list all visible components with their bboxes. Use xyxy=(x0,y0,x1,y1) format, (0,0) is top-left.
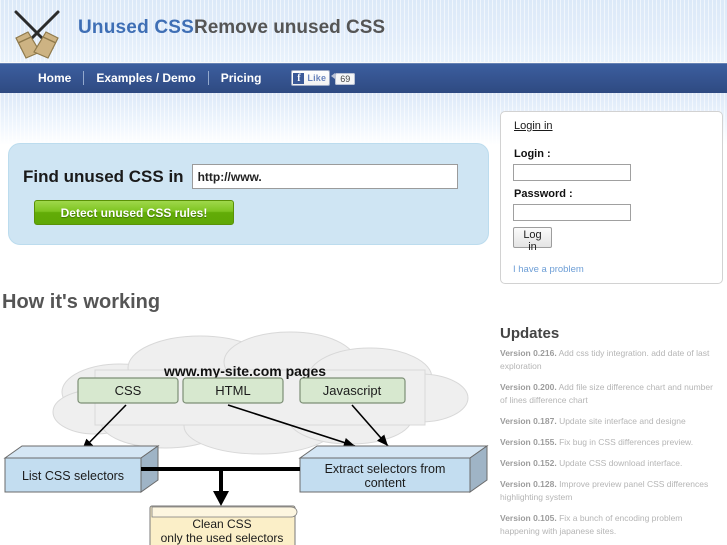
diagram-node-html: HTML xyxy=(182,377,284,404)
search-row: Find unused CSS in xyxy=(23,164,458,189)
site-tagline: Remove unused CSS xyxy=(194,17,386,38)
updates-list: Version 0.216. Add css tidy integration.… xyxy=(500,347,718,545)
nav-item-home[interactable]: Home xyxy=(26,63,83,93)
how-its-working-title: How it's working xyxy=(2,291,161,313)
find-unused-css-panel: Find unused CSS in Detect unused CSS rul… xyxy=(8,143,489,245)
detect-unused-css-button[interactable]: Detect unused CSS rules! xyxy=(34,200,234,225)
diagram-node-javascript: Javascript xyxy=(299,377,406,404)
password-input[interactable] xyxy=(513,204,631,221)
login-panel: Login in Login : Password : Log in I hav… xyxy=(500,111,723,284)
facebook-f-icon: f xyxy=(293,72,305,84)
update-version: Version 0.128. xyxy=(500,479,557,489)
log-in-button[interactable]: Log in xyxy=(513,227,552,253)
update-item: Version 0.200. Add file size difference … xyxy=(500,381,718,407)
main-navbar: Home Examples / Demo Pricing f Like 69 xyxy=(0,63,727,93)
svg-text:HTML: HTML xyxy=(215,383,250,398)
svg-text:Javascript: Javascript xyxy=(323,383,382,398)
update-version: Version 0.187. xyxy=(500,416,557,426)
svg-text:CSS: CSS xyxy=(115,383,142,398)
update-version: Version 0.216. xyxy=(500,348,557,358)
diagram-node-css: CSS xyxy=(77,377,179,404)
nav-item-examples-demo[interactable]: Examples / Demo xyxy=(84,63,207,93)
site-name[interactable]: Unused CSS xyxy=(78,17,194,39)
update-item: Version 0.105. Fix a bunch of encoding p… xyxy=(500,512,718,538)
facebook-like-count-wrapper: 69 xyxy=(331,69,356,87)
svg-text:Extract selectors from: Extract selectors from xyxy=(325,462,446,476)
site-header: Unused CSS Remove unused CSS xyxy=(0,0,727,62)
svg-text:List CSS selectors: List CSS selectors xyxy=(22,469,124,483)
facebook-like-widget: f Like 69 xyxy=(291,69,356,87)
login-field-label: Login : xyxy=(514,148,551,160)
facebook-like-count: 69 xyxy=(335,73,356,85)
update-item: Version 0.128. Improve preview panel CSS… xyxy=(500,478,718,504)
updates-title: Updates xyxy=(500,325,560,342)
update-version: Version 0.152. xyxy=(500,458,557,468)
crossed-brooms-icon xyxy=(6,4,68,60)
diagram-node-list-css-selectors: List CSS selectors xyxy=(3,445,160,493)
url-input[interactable] xyxy=(191,164,458,189)
update-text: Update site interface and designe xyxy=(556,416,686,426)
diagram-node-extract-selectors: Extract selectors from content xyxy=(298,445,489,493)
facebook-like-label: Like xyxy=(307,73,327,83)
login-panel-title[interactable]: Login in xyxy=(514,120,553,132)
cloud-label: www.my-site.com pages xyxy=(163,363,326,379)
search-label: Find unused CSS in xyxy=(23,166,184,186)
update-item: Version 0.187. Update site interface and… xyxy=(500,415,718,428)
down-arrow-icon xyxy=(213,491,229,506)
nav-item-pricing[interactable]: Pricing xyxy=(209,63,274,93)
how-it-works-diagram: www.my-site.com pages CSS HTML Javascrip… xyxy=(0,330,492,545)
password-field-label: Password : xyxy=(514,188,573,200)
update-text: Fix bug in CSS differences preview. xyxy=(556,437,694,447)
callout-arrow-icon xyxy=(331,73,336,79)
update-version: Version 0.105. xyxy=(500,513,557,523)
svg-text:only the used selectors: only the used selectors xyxy=(161,531,284,545)
login-input[interactable] xyxy=(513,164,631,181)
diagram-node-clean-css: Clean CSS only the used selectors xyxy=(149,505,298,545)
svg-text:Clean CSS: Clean CSS xyxy=(192,517,251,531)
i-have-a-problem-link[interactable]: I have a problem xyxy=(513,264,584,275)
facebook-like-button[interactable]: f Like xyxy=(291,70,331,86)
update-item: Version 0.155. Fix bug in CSS difference… xyxy=(500,436,718,449)
update-text: Update CSS download interface. xyxy=(556,458,683,468)
update-item: Version 0.152. Update CSS download inter… xyxy=(500,457,718,470)
update-version: Version 0.155. xyxy=(500,437,557,447)
svg-text:content: content xyxy=(364,476,406,490)
update-item: Version 0.216. Add css tidy integration.… xyxy=(500,347,718,373)
update-version: Version 0.200. xyxy=(500,382,557,392)
page-root: Unused CSS Remove unused CSS Home Exampl… xyxy=(0,0,727,545)
nav-items: Home Examples / Demo Pricing f Like 69 xyxy=(26,63,356,93)
